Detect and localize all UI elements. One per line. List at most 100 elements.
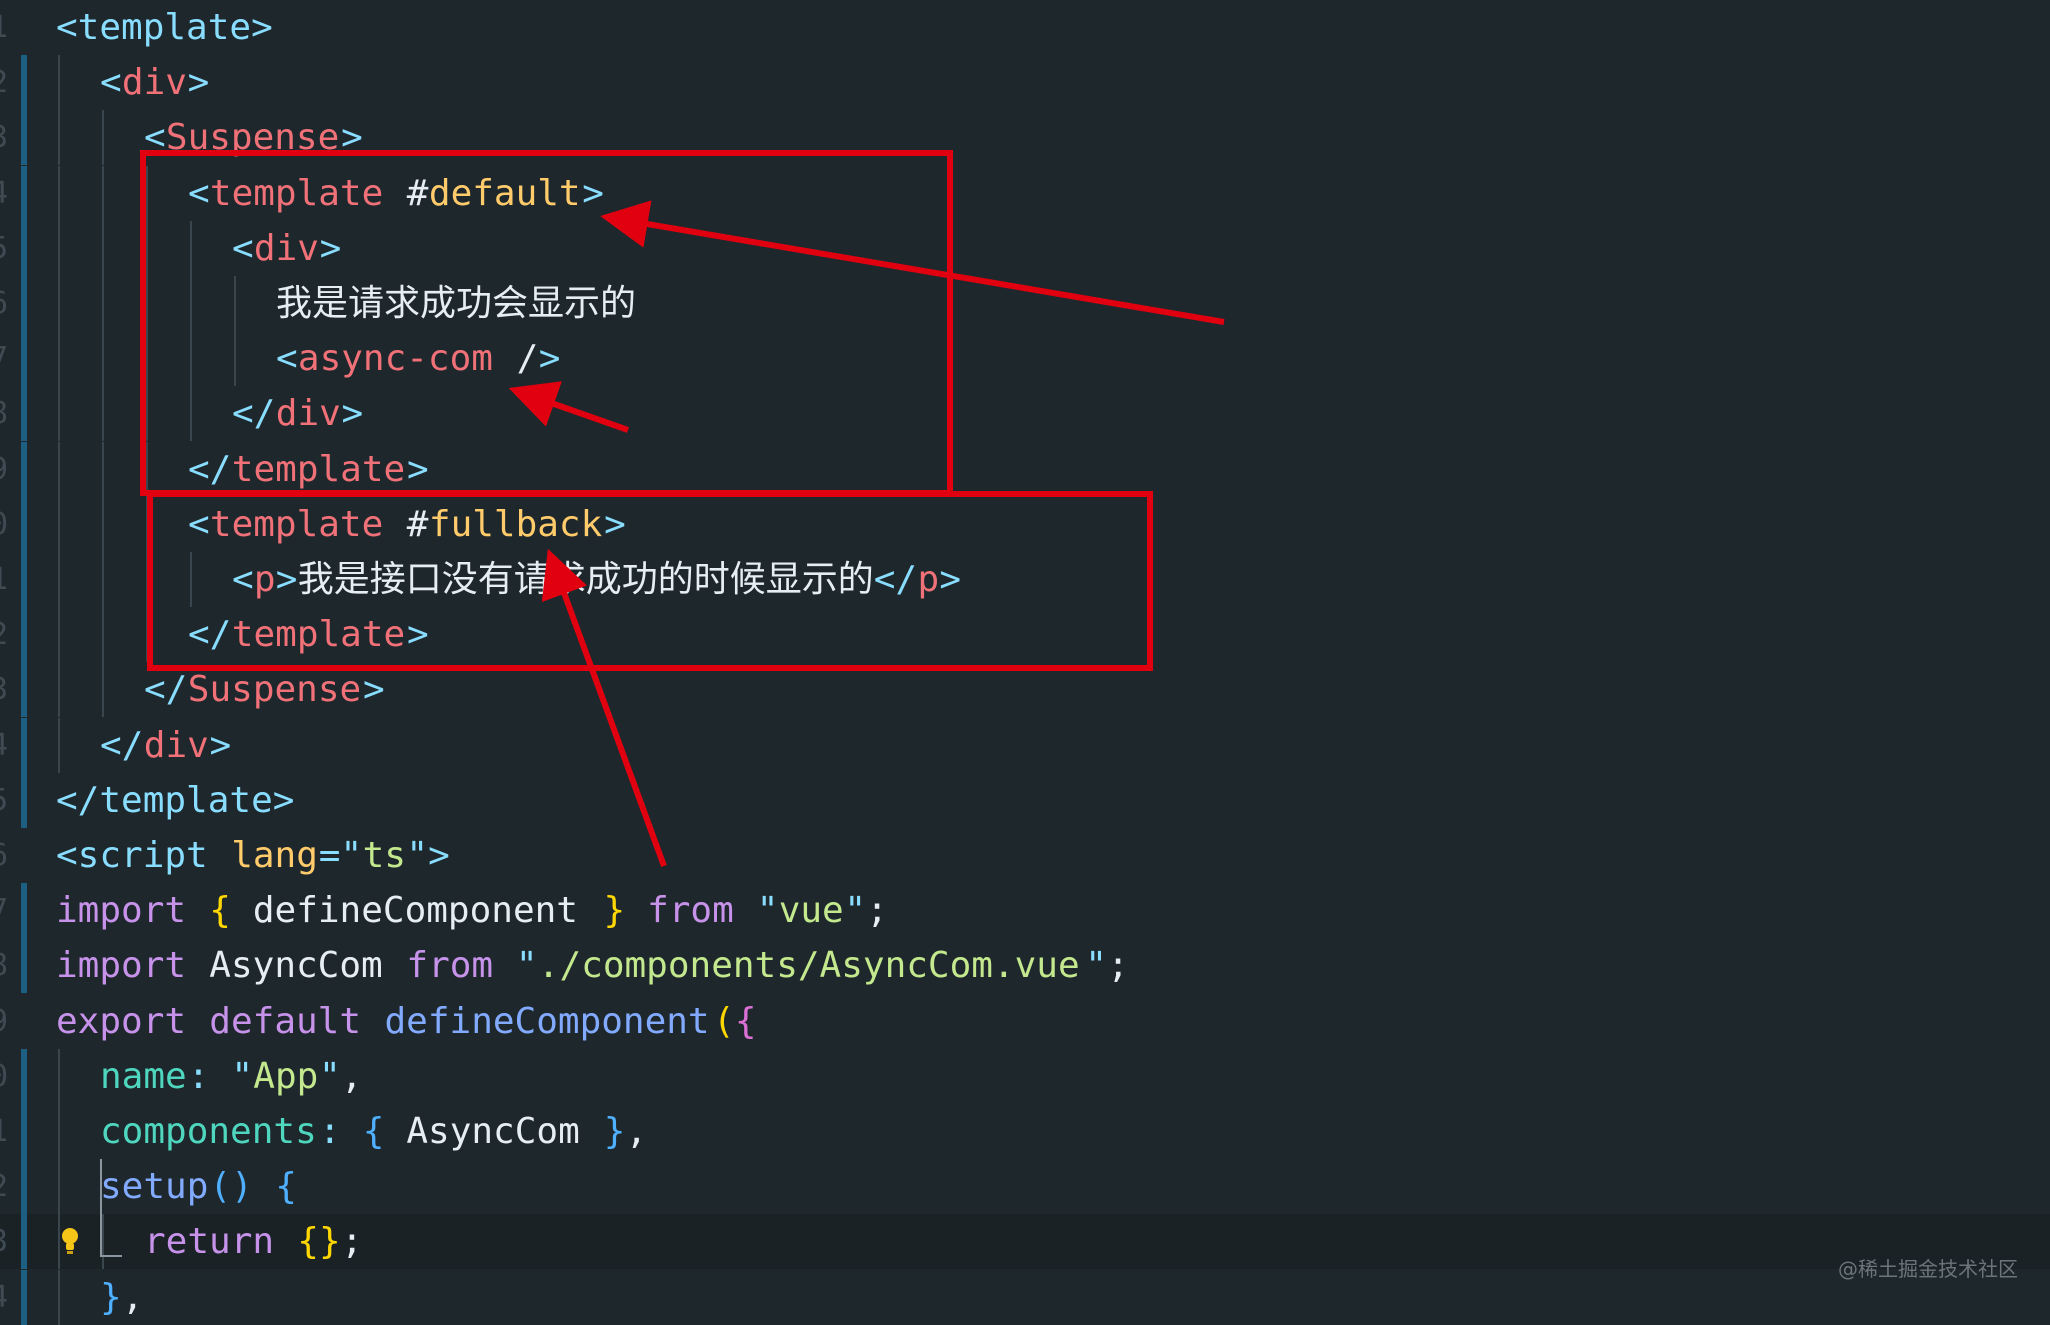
code-line[interactable]: 4 <template #default> — [0, 165, 2050, 221]
code-line[interactable]: 1 components: { AsyncCom }, — [0, 1104, 2050, 1159]
code-line[interactable]: 6 <script lang="ts"> — [0, 828, 2050, 883]
indent-guide — [102, 441, 104, 497]
code-token: # — [385, 503, 429, 545]
code-token: import — [56, 945, 208, 987]
code-token: async-com — [297, 338, 493, 380]
code-token: > — [538, 338, 561, 380]
indent-guide — [190, 386, 192, 442]
indent-guide — [58, 552, 60, 607]
code-token: } — [603, 890, 626, 932]
line-number: 6 — [0, 276, 8, 331]
code-line[interactable]: 2 </template> — [0, 607, 2050, 663]
code-line[interactable]: 7 <async-com /> — [0, 331, 2050, 387]
git-change-marker — [21, 662, 27, 718]
code-line[interactable]: 5 <div> — [0, 220, 2050, 276]
line-number: 6 — [0, 828, 8, 883]
code-token: < — [144, 117, 166, 159]
code-token: < — [232, 559, 254, 600]
git-change-marker — [21, 883, 27, 939]
code-line[interactable]: 4 </div> — [0, 717, 2050, 773]
code-editor[interactable]: 1<template>2<div>3<Suspense>4<template #… — [0, 0, 2050, 1325]
code-line[interactable]: 3 return {}; — [0, 1214, 2050, 1270]
indent-guide — [58, 1048, 60, 1104]
git-change-marker — [21, 1159, 27, 1215]
git-change-marker — [21, 276, 27, 331]
indent-guide — [146, 276, 148, 331]
code-token: lang — [231, 835, 318, 876]
code-token: : — [187, 1055, 231, 1097]
code-token: <template> — [56, 7, 273, 48]
indent-guide — [58, 662, 60, 718]
code-token: AsyncCom — [209, 945, 405, 987]
bracket-match-highlight — [100, 1159, 122, 1258]
code-token: Suspense — [165, 117, 340, 159]
code-token: return — [144, 1221, 296, 1263]
code-token: > — [319, 227, 342, 269]
code-line[interactable]: 8 import AsyncCom from "./components/Asyn… — [0, 938, 2050, 994]
code-line[interactable]: 9 </template> — [0, 441, 2050, 497]
indent-guide — [146, 496, 148, 552]
code-line[interactable]: 3 <Suspense> — [0, 110, 2050, 166]
indent-guide — [58, 1104, 60, 1159]
git-change-marker — [21, 938, 27, 994]
git-change-marker — [21, 441, 27, 497]
code-token: p — [253, 559, 276, 600]
code-line[interactable]: 4}, — [0, 1269, 2050, 1325]
code-token: , — [625, 1111, 648, 1152]
indent-guide — [58, 165, 60, 221]
git-change-marker — [21, 331, 27, 387]
line-number: 3 — [0, 1214, 8, 1269]
code-token: } — [603, 1111, 626, 1152]
code-token: template — [231, 614, 406, 656]
code-token: App — [253, 1055, 319, 1097]
line-number: 4 — [0, 1270, 8, 1325]
code-token: { — [734, 1000, 757, 1042]
code-token: " — [756, 890, 779, 932]
code-line[interactable]: 0 name: "App", — [0, 1048, 2050, 1104]
code-token: " — [231, 1055, 254, 1097]
indent-guide — [102, 276, 104, 331]
code-token: < — [232, 227, 254, 269]
code-token: vue — [778, 890, 844, 932]
indent-guide — [102, 496, 104, 552]
line-number: 7 — [0, 331, 8, 386]
code-token: defineComponent — [231, 890, 600, 932]
indent-guide — [58, 220, 60, 276]
code-token: " — [844, 890, 867, 932]
code-line[interactable]: 8 </div> — [0, 386, 2050, 442]
code-line[interactable]: 0 <template #fullback> — [0, 496, 2050, 552]
code-token: " — [515, 945, 538, 987]
git-change-marker — [21, 55, 27, 111]
line-number: 4 — [0, 718, 8, 773]
code-line[interactable]: 6 我是请求成功会显示的 — [0, 276, 2050, 331]
code-line[interactable]: 9 export default defineComponent({ — [0, 994, 2050, 1049]
code-line[interactable]: 2 <div> — [0, 55, 2050, 111]
code-token: " — [1085, 945, 1107, 987]
line-number: 1 — [0, 552, 8, 607]
indent-guide — [146, 552, 148, 607]
code-token: > — [209, 724, 232, 766]
lightbulb-icon[interactable] — [60, 1226, 80, 1256]
code-line[interactable]: 3 </Suspense> — [0, 662, 2050, 718]
indent-guide — [58, 607, 60, 663]
code-line[interactable]: 1 <template> — [0, 0, 2050, 55]
code-token: ; — [866, 890, 888, 932]
line-number: 5 — [0, 773, 8, 828]
indent-guide — [146, 331, 148, 387]
git-change-marker — [21, 165, 27, 221]
code-token: < — [276, 338, 298, 380]
line-number: 5 — [0, 221, 8, 276]
code-token: 我是请求成功会显示的 — [276, 283, 637, 324]
indent-guide — [58, 276, 60, 331]
code-token: > — [187, 62, 210, 104]
code-token: =" — [318, 835, 363, 876]
code-token: , — [340, 1055, 363, 1097]
code-token: / — [495, 338, 539, 380]
code-line[interactable]: 5 </template> — [0, 772, 2050, 828]
code-line[interactable]: 2setup() { — [0, 1159, 2050, 1215]
code-token: ; — [341, 1221, 363, 1263]
code-line[interactable]: 1<p>我是接口没有请求成功的时候显示的</p> — [0, 552, 2050, 607]
code-token: "> — [406, 835, 450, 876]
code-line[interactable]: 7 import { defineComponent } from "vue"; — [0, 883, 2050, 939]
git-change-marker — [21, 220, 27, 276]
